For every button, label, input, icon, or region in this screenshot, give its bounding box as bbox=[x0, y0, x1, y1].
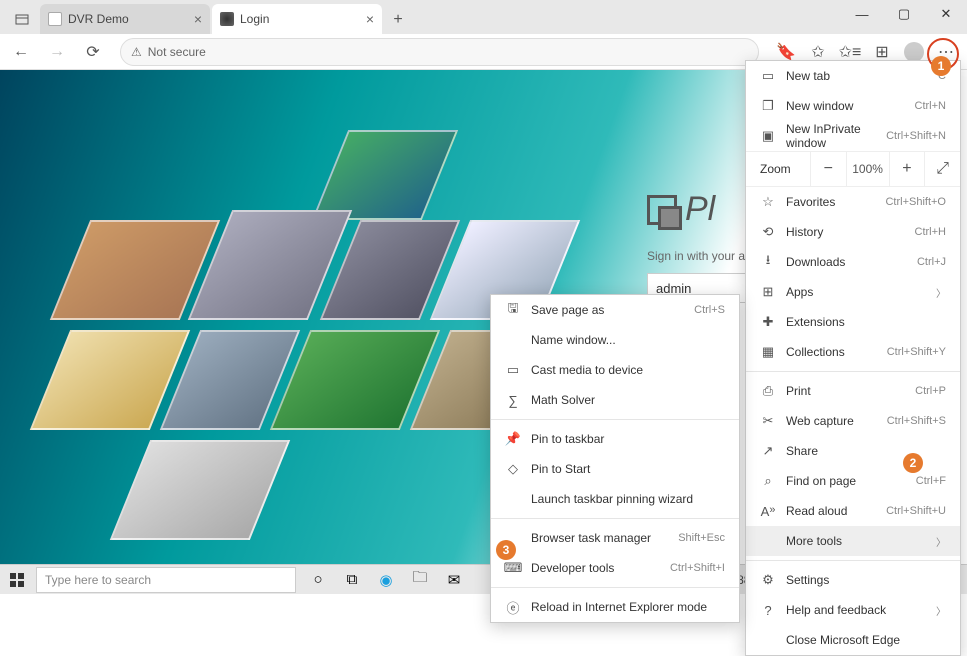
history-icon: ⟲ bbox=[760, 224, 776, 240]
menu-web-capture[interactable]: ✂Web captureCtrl+Shift+S bbox=[746, 406, 960, 436]
pin-icon: 📌 bbox=[505, 431, 521, 447]
settings-menu: ▭New tabC ❐New windowCtrl+N ▣New InPriva… bbox=[745, 60, 961, 656]
menu-collections[interactable]: ▦CollectionsCtrl+Shift+Y bbox=[746, 337, 960, 367]
menu-more-tools[interactable]: More tools〉 bbox=[746, 526, 960, 556]
back-button[interactable]: ← bbox=[6, 37, 36, 67]
menu-cast[interactable]: ▭Cast media to device bbox=[491, 355, 739, 385]
extensions-icon: ✚ bbox=[760, 314, 776, 330]
capture-icon: ✂ bbox=[760, 413, 776, 429]
menu-read-aloud[interactable]: A»Read aloudCtrl+Shift+U bbox=[746, 496, 960, 526]
menu-help[interactable]: ?Help and feedback〉 bbox=[746, 595, 960, 625]
print-icon: ⎙ bbox=[760, 383, 776, 399]
brand-mark-icon bbox=[647, 195, 677, 225]
window-controls: — ▢ ✕ bbox=[841, 0, 967, 28]
zoom-out-button[interactable]: − bbox=[810, 152, 846, 186]
edge-taskbar-icon[interactable]: ◉ bbox=[370, 566, 402, 594]
windows-icon bbox=[10, 573, 24, 587]
menu-settings[interactable]: ⚙Settings bbox=[746, 565, 960, 595]
menu-find[interactable]: ⌕Find on pageCtrl+F bbox=[746, 466, 960, 496]
task-view-button[interactable]: ⧉ bbox=[336, 566, 368, 594]
menu-save-page-as[interactable]: 🖫Save page asCtrl+S bbox=[491, 295, 739, 325]
close-tab-button[interactable]: × bbox=[194, 11, 202, 27]
address-bar[interactable]: ⚠ Not secure bbox=[120, 38, 759, 66]
new-tab-button[interactable]: + bbox=[384, 6, 412, 34]
menu-history[interactable]: ⟲HistoryCtrl+H bbox=[746, 217, 960, 247]
annotation-badge-3: 3 bbox=[496, 540, 516, 560]
math-icon: ∑ bbox=[505, 393, 521, 408]
zoom-in-button[interactable]: + bbox=[889, 152, 925, 186]
menu-share[interactable]: ↗Share bbox=[746, 436, 960, 466]
menu-downloads[interactable]: ⭳DownloadsCtrl+J bbox=[746, 247, 960, 277]
pin-icon: ◇ bbox=[505, 461, 521, 477]
close-window-button[interactable]: ✕ bbox=[925, 0, 967, 28]
tab-manager-icon bbox=[15, 12, 29, 26]
help-icon: ? bbox=[760, 603, 776, 618]
menu-zoom: Zoom − 100% + ⤢ bbox=[746, 151, 960, 187]
menu-extensions[interactable]: ✚Extensions bbox=[746, 307, 960, 337]
find-icon: ⌕ bbox=[760, 473, 776, 489]
zoom-label: Zoom bbox=[746, 162, 810, 176]
warning-icon: ⚠ bbox=[131, 45, 142, 59]
menu-launch-pin-wizard[interactable]: Launch taskbar pinning wizard bbox=[491, 484, 739, 514]
menu-apps[interactable]: ⊞Apps〉 bbox=[746, 277, 960, 307]
share-icon: ↗ bbox=[760, 443, 776, 459]
menu-name-window[interactable]: Name window... bbox=[491, 325, 739, 355]
tab-login[interactable]: Login × bbox=[212, 4, 382, 34]
mail-taskbar-icon[interactable]: ✉ bbox=[438, 566, 470, 594]
menu-pin-start[interactable]: ◇Pin to Start bbox=[491, 454, 739, 484]
titlebar: DVR Demo × Login × + — ▢ ✕ bbox=[0, 0, 967, 34]
menu-math-solver[interactable]: ∑Math Solver bbox=[491, 385, 739, 415]
minimize-button[interactable]: — bbox=[841, 0, 883, 28]
start-button[interactable] bbox=[0, 565, 34, 595]
gear-icon: ⚙ bbox=[760, 572, 776, 588]
cast-icon: ▭ bbox=[505, 362, 521, 378]
menu-pin-taskbar[interactable]: 📌Pin to taskbar bbox=[491, 424, 739, 454]
maximize-button[interactable]: ▢ bbox=[883, 0, 925, 28]
explorer-taskbar-icon[interactable]: 🗀 bbox=[404, 566, 436, 594]
menu-new-tab[interactable]: ▭New tabC bbox=[746, 61, 960, 91]
fullscreen-button[interactable]: ⤢ bbox=[924, 152, 960, 186]
menu-task-manager[interactable]: Browser task managerShift+Esc bbox=[491, 523, 739, 553]
inprivate-icon: ▣ bbox=[760, 128, 776, 144]
menu-favorites[interactable]: ☆FavoritesCtrl+Shift+O bbox=[746, 187, 960, 217]
zoom-value: 100% bbox=[846, 152, 889, 186]
new-tab-icon: ▭ bbox=[760, 68, 776, 84]
menu-print[interactable]: ⎙PrintCtrl+P bbox=[746, 376, 960, 406]
cortana-button[interactable]: ○ bbox=[302, 566, 334, 594]
annotation-badge-2: 2 bbox=[903, 453, 923, 473]
taskbar-pinned-apps: ○ ⧉ ◉ 🗀 ✉ bbox=[302, 566, 470, 594]
menu-close-edge[interactable]: Close Microsoft Edge bbox=[746, 625, 960, 655]
window-icon: ❐ bbox=[760, 98, 776, 114]
collections-icon: ▦ bbox=[760, 344, 776, 360]
tab-actions-button[interactable] bbox=[4, 4, 40, 34]
annotation-badge-1: 1 bbox=[931, 56, 951, 76]
tab-label: Login bbox=[240, 12, 269, 26]
ie-icon: ⓔ bbox=[505, 598, 521, 617]
favicon-icon bbox=[220, 12, 234, 26]
favicon-icon bbox=[48, 12, 62, 26]
save-icon: 🖫 bbox=[505, 299, 521, 321]
brand-text: Pl bbox=[685, 190, 715, 229]
forward-button[interactable]: → bbox=[42, 37, 72, 67]
menu-new-window[interactable]: ❐New windowCtrl+N bbox=[746, 91, 960, 121]
tab-label: DVR Demo bbox=[68, 12, 129, 26]
more-tools-submenu: 🖫Save page asCtrl+S Name window... ▭Cast… bbox=[490, 294, 740, 623]
menu-reload-ie[interactable]: ⓔReload in Internet Explorer mode bbox=[491, 592, 739, 622]
security-status: Not secure bbox=[148, 45, 206, 59]
refresh-button[interactable]: ⟳ bbox=[78, 37, 108, 67]
close-tab-button[interactable]: × bbox=[366, 11, 374, 27]
read-aloud-icon: A» bbox=[760, 504, 776, 519]
apps-icon: ⊞ bbox=[760, 284, 776, 300]
menu-new-inprivate[interactable]: ▣New InPrivate windowCtrl+Shift+N bbox=[746, 121, 960, 151]
devtools-icon: ⌨ bbox=[505, 560, 521, 576]
tab-dvr-demo[interactable]: DVR Demo × bbox=[40, 4, 210, 34]
menu-dev-tools[interactable]: ⌨Developer toolsCtrl+Shift+I bbox=[491, 553, 739, 583]
star-icon: ☆ bbox=[760, 194, 776, 210]
download-icon: ⭳ bbox=[760, 251, 776, 273]
taskbar-search[interactable]: Type here to search bbox=[36, 567, 296, 593]
